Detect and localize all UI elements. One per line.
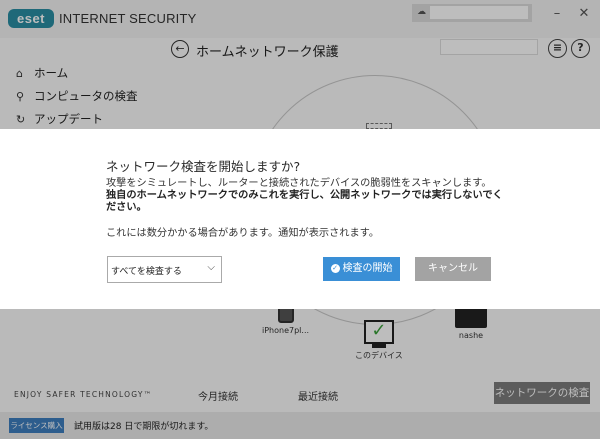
dialog-warning: 独自のホームネットワークでのみこれを実行し、公開ネットワークでは実行しないでくだ… [106,190,503,213]
dialog-title: ネットワーク検査を開始しますか? [106,159,301,174]
cancel-button[interactable]: キャンセル [415,257,491,281]
network-scan-dialog: ネットワーク検査を開始しますか? 攻撃をシミュレートし、ルーターと接続されたデバ… [0,129,600,309]
start-scan-button[interactable]: ✓ 検査の開始 [323,257,400,281]
scan-target-value: すべてを検査する [111,267,182,277]
scan-target-select[interactable]: すべてを検査する ⌵ [107,256,222,283]
chevron-down-icon: ⌵ [207,262,215,273]
dialog-note: これには数分かかる場合があります。通知が表示されます。 [106,228,380,239]
start-scan-label: 検査の開始 [342,263,393,274]
dialog-description: 攻撃をシミュレートし、ルーターと接続されたデバイスの脆弱性をスキャンします。 [106,178,492,189]
shield-icon: ✓ [330,263,340,273]
